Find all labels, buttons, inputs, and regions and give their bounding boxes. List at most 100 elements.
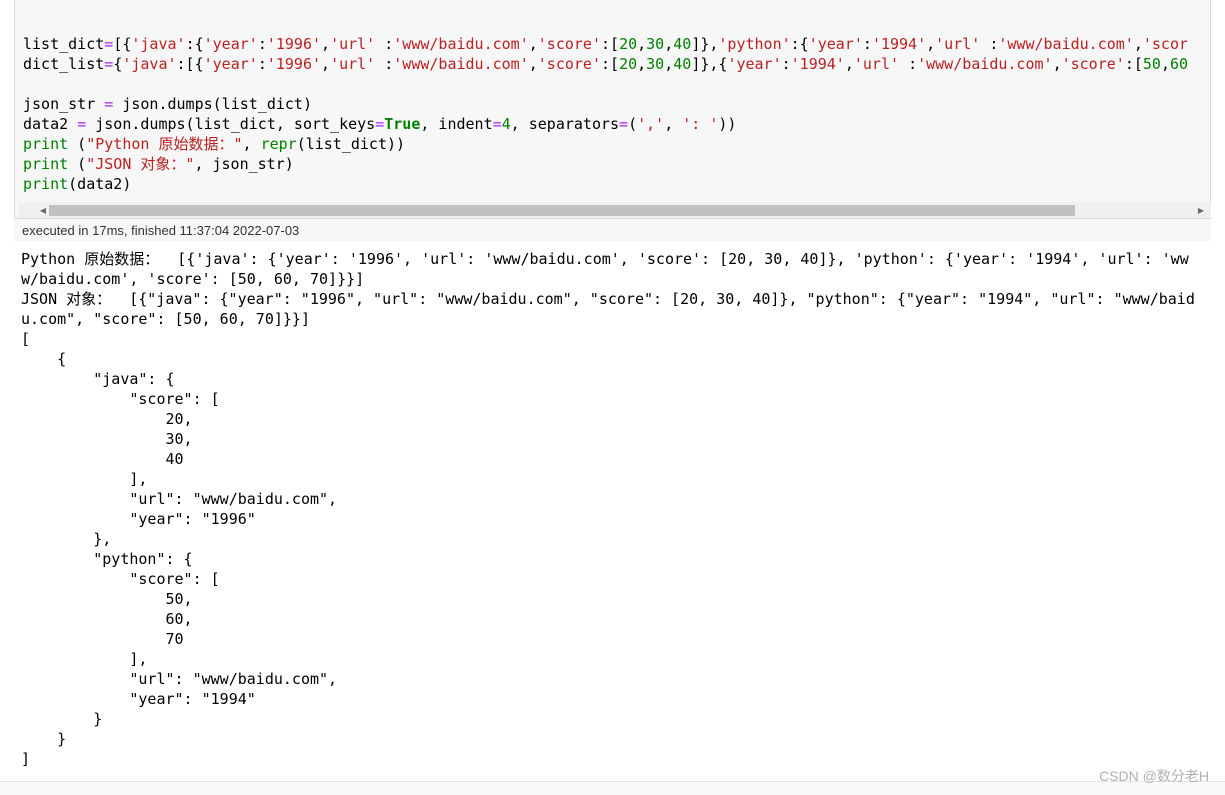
code-token: , json_str) bbox=[194, 155, 294, 173]
code-token: , bbox=[528, 55, 538, 73]
output-line: 30, bbox=[21, 430, 193, 448]
code-token: = bbox=[375, 115, 385, 133]
scroll-right-icon[interactable]: ▶ bbox=[1193, 202, 1209, 218]
code-token: ': ' bbox=[682, 115, 719, 133]
code-token: '1996' bbox=[266, 55, 322, 73]
code-token: 'year' bbox=[203, 55, 258, 73]
output-line: "score": [ bbox=[21, 570, 220, 588]
code-token: 'www/baidu.com' bbox=[393, 35, 529, 53]
code-token: (list_dict)) bbox=[296, 135, 406, 153]
code-token: , bbox=[637, 35, 647, 53]
code-token: = bbox=[77, 115, 87, 133]
code-token: 'score' bbox=[537, 35, 601, 53]
code-token: = bbox=[619, 115, 629, 133]
code-token: , bbox=[528, 35, 538, 53]
code-token: 'year' bbox=[727, 55, 782, 73]
output-line: { bbox=[21, 350, 67, 368]
output-line: ], bbox=[21, 470, 148, 488]
code-line: print(data2) bbox=[23, 174, 1187, 194]
code-token: , bbox=[242, 135, 261, 153]
code-token: = bbox=[492, 115, 502, 133]
code-token: 30 bbox=[646, 55, 665, 73]
code-token: "JSON 对象：" bbox=[86, 155, 195, 173]
code-token: json.dumps(list_dict, sort_keys bbox=[86, 115, 376, 133]
code-token: , bbox=[321, 35, 331, 53]
output-line: Python 原始数据： [{'java': {'year': '1996', … bbox=[21, 250, 1189, 268]
code-token: 30 bbox=[646, 35, 665, 53]
code-token: :[ bbox=[1124, 55, 1143, 73]
code-token: : bbox=[384, 35, 394, 53]
output-line: 70 bbox=[21, 630, 184, 648]
code-token: , bbox=[844, 55, 854, 73]
code-token: { bbox=[113, 55, 123, 73]
code-token: : bbox=[781, 55, 791, 73]
code-token: [{ bbox=[113, 35, 132, 53]
code-token: : bbox=[862, 35, 872, 53]
code-token: : bbox=[257, 35, 267, 53]
output-line: "score": [ bbox=[21, 390, 220, 408]
horizontal-scrollbar[interactable]: ◀ ▶ bbox=[19, 202, 1211, 218]
code-token: , bbox=[664, 115, 683, 133]
code-token: 'year' bbox=[808, 35, 863, 53]
code-token: ( bbox=[68, 155, 87, 173]
output-line: 40 bbox=[21, 450, 184, 468]
output-line: "year": "1996" bbox=[21, 510, 256, 528]
page-footer bbox=[0, 781, 1225, 795]
code-token: print bbox=[23, 175, 69, 193]
code-token: , bbox=[1160, 55, 1170, 73]
output-line: "python": { bbox=[21, 550, 193, 568]
code-token: 20 bbox=[619, 55, 638, 73]
code-token: 40 bbox=[673, 35, 692, 53]
code-token: 'java' bbox=[122, 55, 177, 73]
code-token: 'year' bbox=[203, 35, 258, 53]
code-token: 50 bbox=[1142, 55, 1161, 73]
code-token: , indent bbox=[420, 115, 493, 133]
code-token: 60 bbox=[1169, 55, 1187, 73]
output-line: u.com", "score": [50, 60, 70]}}] bbox=[21, 310, 310, 328]
csdn-watermark: CSDN @数分老H bbox=[1099, 768, 1209, 784]
code-editor[interactable]: list_dict=[{'java':{'year':'1996','url' … bbox=[23, 34, 1187, 200]
code-token: print bbox=[23, 155, 69, 173]
output-line: ] bbox=[21, 750, 31, 768]
code-token: , bbox=[926, 35, 936, 53]
code-token: 'score' bbox=[537, 55, 601, 73]
output-line: w/baidu.com', 'score': [50, 60, 70]}}] bbox=[21, 270, 365, 288]
code-token: 'score' bbox=[1061, 55, 1125, 73]
scrollbar-thumb[interactable] bbox=[49, 205, 1075, 216]
code-token: , bbox=[321, 55, 331, 73]
output-line: "year": "1994" bbox=[21, 690, 256, 708]
code-token: : bbox=[257, 55, 267, 73]
code-token: ( bbox=[68, 135, 87, 153]
code-token: 20 bbox=[619, 35, 638, 53]
output-line: 50, bbox=[21, 590, 193, 608]
code-token: , bbox=[1052, 55, 1062, 73]
code-token: 'url' bbox=[935, 35, 990, 53]
code-token: 'python' bbox=[718, 35, 791, 53]
code-token: , bbox=[664, 35, 674, 53]
cell-output: Python 原始数据： [{'java': {'year': '1996', … bbox=[21, 249, 1201, 769]
output-line: [ bbox=[21, 330, 31, 348]
code-token: '1994' bbox=[790, 55, 845, 73]
code-token: 4 bbox=[501, 115, 511, 133]
code-token: "Python 原始数据：" bbox=[86, 135, 243, 153]
code-token: ]}, bbox=[691, 35, 719, 53]
code-token: , bbox=[664, 55, 674, 73]
code-token: :{ bbox=[185, 35, 204, 53]
code-token: 40 bbox=[673, 55, 692, 73]
code-token: = bbox=[104, 95, 114, 113]
code-token: 'www/baidu.com' bbox=[393, 55, 529, 73]
code-line: print ("JSON 对象：", json_str) bbox=[23, 154, 1187, 174]
code-token: '1994' bbox=[871, 35, 927, 53]
code-token: 'java' bbox=[131, 35, 186, 53]
code-token: ',' bbox=[637, 115, 665, 133]
code-line: dict_list={'java':[{'year':'1996','url' … bbox=[23, 54, 1187, 74]
code-line: list_dict=[{'java':{'year':'1996','url' … bbox=[23, 34, 1187, 54]
code-token: 'url' bbox=[330, 55, 385, 73]
code-token: json_str bbox=[23, 95, 105, 113]
code-token: ( bbox=[628, 115, 638, 133]
code-token: : bbox=[908, 55, 918, 73]
code-token: :[{ bbox=[176, 55, 204, 73]
execution-status: executed in 17ms, finished 11:37:04 2022… bbox=[14, 218, 1211, 241]
code-token: '1996' bbox=[266, 35, 322, 53]
code-token: print bbox=[23, 135, 69, 153]
